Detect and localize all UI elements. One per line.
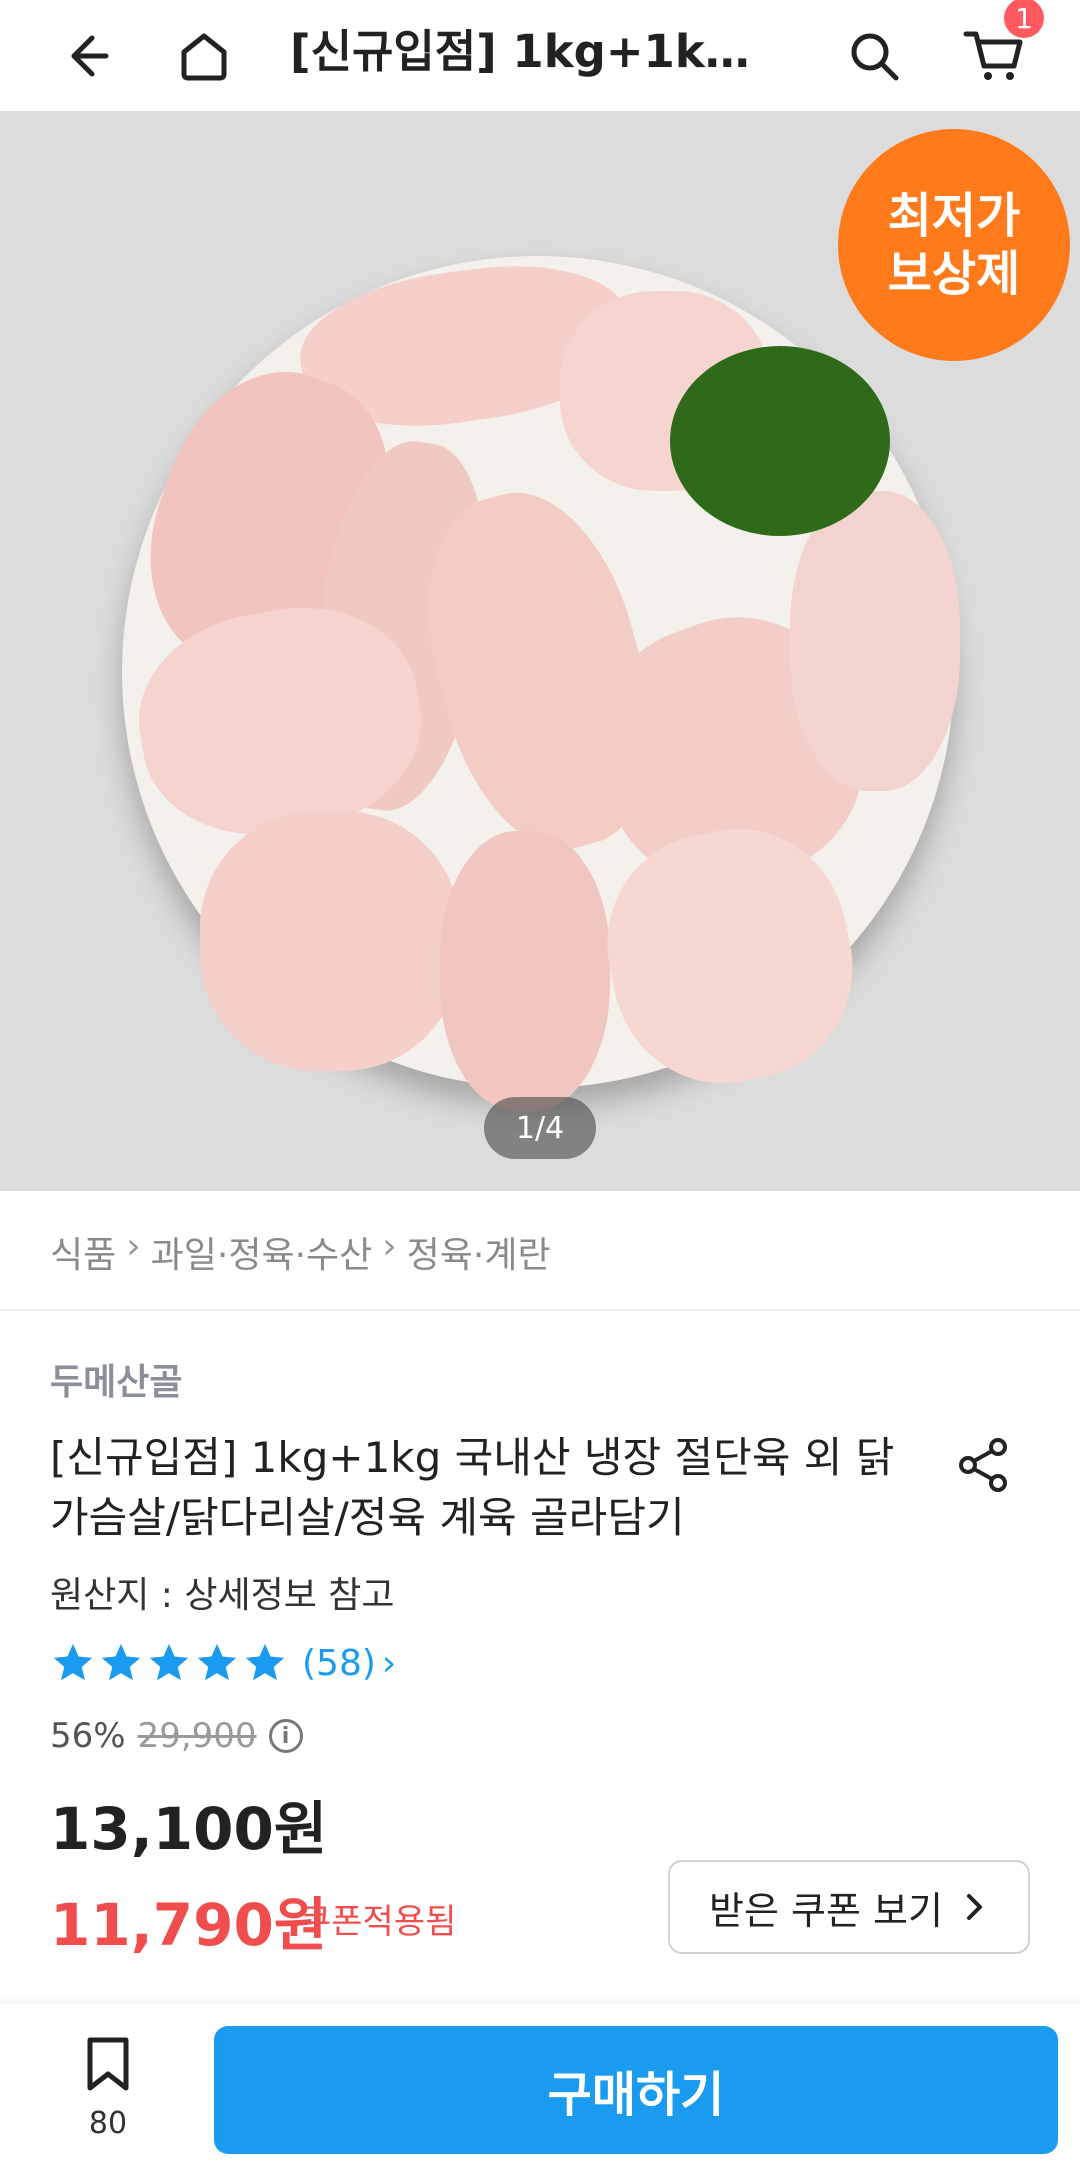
star-icon [149, 1643, 189, 1681]
bookmark-count: 80 [88, 2106, 128, 2141]
search-icon[interactable] [836, 18, 912, 94]
divider [0, 1309, 1080, 1311]
original-price: 29,900 [137, 1716, 257, 1756]
share-icon[interactable] [952, 1433, 1016, 1497]
chevron-right-icon: › [126, 1226, 141, 1267]
info-icon[interactable]: i [268, 1719, 303, 1753]
bookmark-button[interactable]: 80 [68, 2034, 148, 2141]
product-image-carousel[interactable]: 최저가 보상제 1/4 [0, 111, 1080, 1191]
image-pager-indicator: 1/4 [484, 1097, 596, 1159]
breadcrumb: 식품 › 과일·정육·수산 › 정육·계란 [50, 1226, 551, 1278]
breadcrumb-item[interactable]: 식품 [50, 1226, 116, 1278]
chevron-right-icon: › [382, 1226, 397, 1267]
coupon-applied-label: 쿠폰적용됨 [300, 1902, 457, 1942]
parsley-garnish [670, 346, 890, 536]
chevron-right-icon [966, 1894, 982, 1920]
breadcrumb-item[interactable]: 정육·계란 [407, 1226, 551, 1278]
bookmark-icon [87, 2037, 129, 2091]
view-coupons-button[interactable]: 받은 쿠폰 보기 [668, 1860, 1030, 1954]
lowest-price-guarantee-badge: 최저가 보상제 [838, 129, 1070, 361]
review-count[interactable]: (58) [302, 1643, 376, 1684]
product-name: [신규입점] 1kg+1kg 국내산 냉장 절단육 외 닭가슴살/닭다리살/정육… [50, 1433, 895, 1542]
origin-info: 원산지 : 상세정보 참고 [50, 1575, 395, 1616]
star-icon [245, 1643, 285, 1681]
seller-name[interactable]: 두메산골 [50, 1353, 182, 1405]
page-title: [신규입점] 1kg+1kg 국내산 냉장 절단육 외 닭가슴살/닭다리살/정육… [290, 25, 760, 78]
discount-row: 56% 29,900 i [50, 1716, 303, 1756]
buy-button[interactable]: 구매하기 [214, 2026, 1058, 2154]
star-icon [53, 1643, 93, 1681]
star-icon [197, 1643, 237, 1681]
rating-summary[interactable]: (58) › [50, 1640, 396, 1686]
bottom-action-bar: 80 구매하기 [0, 2004, 1080, 2177]
coupon-price: 11,790원 [50, 1891, 328, 1959]
back-icon[interactable] [46, 18, 122, 94]
home-icon[interactable] [166, 18, 242, 94]
cart-count-badge: 1 [1004, 0, 1044, 38]
top-app-bar: [신규입점] 1kg+1kg 국내산 냉장 절단육 외 닭가슴살/닭다리살/정육… [0, 0, 1080, 111]
discount-rate: 56% [50, 1716, 126, 1756]
chevron-right-icon: › [381, 1642, 397, 1684]
breadcrumb-item[interactable]: 과일·정육·수산 [151, 1226, 373, 1278]
sale-price: 13,100원 [50, 1795, 328, 1863]
star-icon [101, 1643, 141, 1681]
